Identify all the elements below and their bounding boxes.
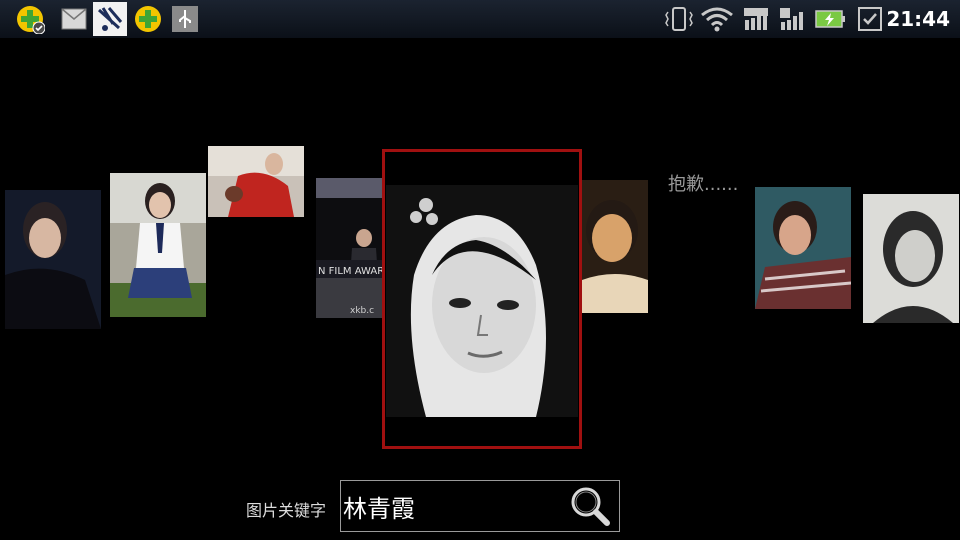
keyword-label: 图片关键字 xyxy=(246,501,327,520)
gallery-photo-3[interactable] xyxy=(208,146,304,217)
checkbox-icon xyxy=(857,6,883,32)
signal-3g-icon xyxy=(743,6,769,32)
gallery-photo-2[interactable] xyxy=(110,173,206,317)
clock: 21:44 xyxy=(886,7,950,31)
signal-g-icon xyxy=(779,6,805,32)
error-message: 抱歉...... xyxy=(668,174,739,195)
svg-text:xkb.c: xkb.c xyxy=(350,306,374,316)
search-button[interactable] xyxy=(567,485,615,527)
status-bar: 21:44 xyxy=(0,0,960,38)
360-security-icon[interactable] xyxy=(15,4,46,35)
gallery-photo-4[interactable]: N FILM AWAR xkb.c xyxy=(316,178,382,318)
search-input-value[interactable]: 林青霞 xyxy=(343,489,415,524)
svg-text:N FILM AWAR: N FILM AWAR xyxy=(318,266,382,277)
selected-frame xyxy=(382,149,582,449)
usb-icon[interactable] xyxy=(172,6,198,32)
360-add-icon[interactable] xyxy=(133,4,163,34)
search-icon xyxy=(571,487,610,526)
gallery-photo-1[interactable] xyxy=(5,190,101,329)
sms-icon[interactable] xyxy=(59,4,89,34)
wifi-icon xyxy=(700,6,734,32)
app-icon[interactable] xyxy=(93,2,127,36)
battery-charging-icon xyxy=(815,6,847,32)
gallery-photo-8[interactable] xyxy=(863,194,959,323)
search-input[interactable]: 林青霞 xyxy=(340,480,620,532)
gallery-photo-6[interactable] xyxy=(582,180,648,313)
vibrate-icon xyxy=(664,6,694,32)
gallery-photo-7[interactable] xyxy=(755,187,851,309)
